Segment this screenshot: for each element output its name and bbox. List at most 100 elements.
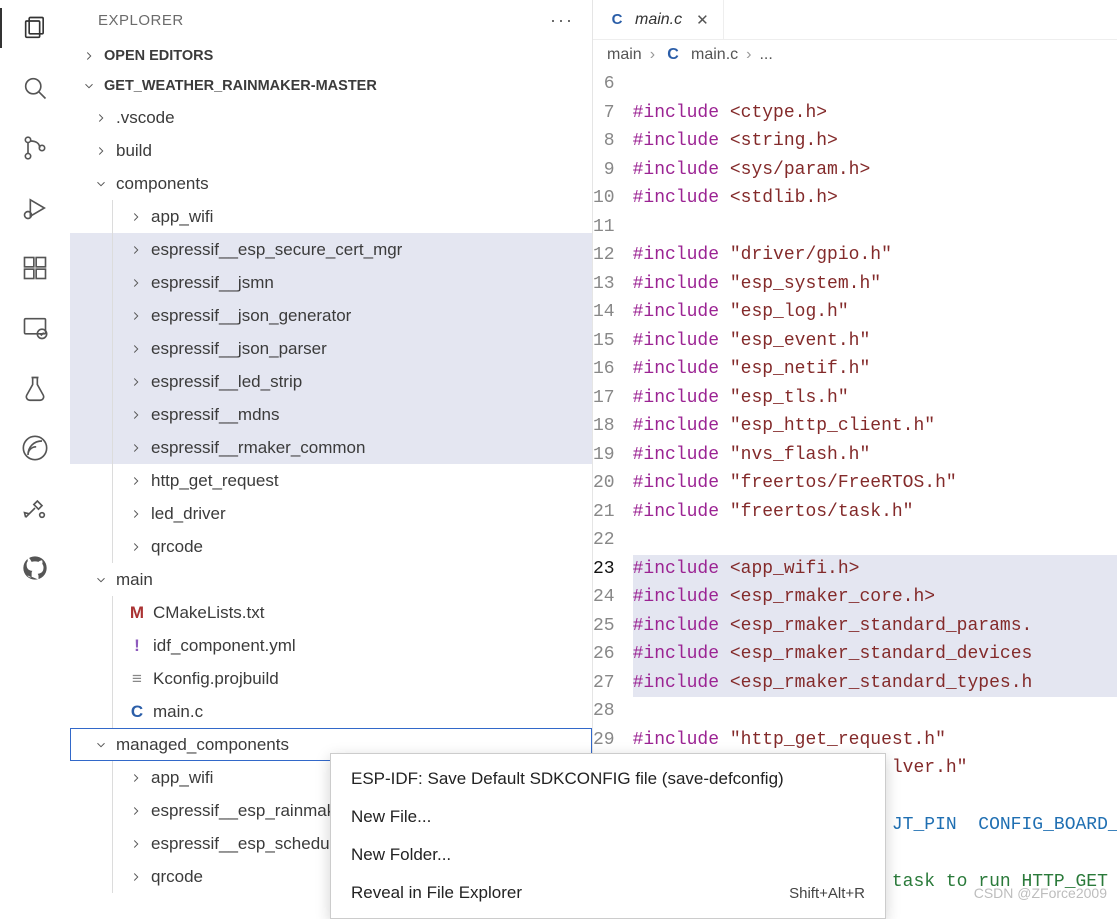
chevron-right-icon: [127, 835, 145, 853]
tree-item-label: app_wifi: [151, 768, 213, 788]
tree-item-label: .vscode: [116, 108, 175, 128]
tree-item-label: espressif__rmaker_common: [151, 438, 365, 458]
tree-folder[interactable]: components: [70, 167, 592, 200]
workspace-label: GET_WEATHER_RAINMAKER-MASTER: [104, 78, 377, 94]
tree-folder[interactable]: main: [70, 563, 592, 596]
tree-folder[interactable]: espressif__rmaker_common: [70, 431, 592, 464]
tree-folder[interactable]: espressif__json_generator: [70, 299, 592, 332]
testing-icon[interactable]: [19, 372, 51, 404]
breadcrumbs[interactable]: main › C main.c › ...: [593, 40, 1117, 70]
context-menu-item[interactable]: ESP-IDF: Save Default SDKCONFIG file (sa…: [331, 760, 885, 798]
close-icon[interactable]: ✕: [696, 11, 709, 29]
chevron-down-icon: [80, 77, 98, 95]
tree-item-label: espressif__esp_schedul: [151, 834, 333, 854]
chevron-down-icon: [92, 571, 110, 589]
breadcrumb-seg[interactable]: ...: [759, 46, 772, 64]
tree-folder[interactable]: espressif__esp_secure_cert_mgr: [70, 233, 592, 266]
tree-file[interactable]: Cmain.c: [70, 695, 592, 728]
tree-item-label: CMakeLists.txt: [153, 603, 264, 623]
chevron-right-icon: [127, 307, 145, 325]
tree-item-label: espressif__esp_secure_cert_mgr: [151, 240, 402, 260]
tree-item-label: led_driver: [151, 504, 226, 524]
tree-item-label: build: [116, 141, 152, 161]
tree-folder[interactable]: espressif__json_parser: [70, 332, 592, 365]
github-icon[interactable]: [19, 552, 51, 584]
tree-item-label: espressif__jsmn: [151, 273, 274, 293]
chevron-right-icon: [127, 538, 145, 556]
context-menu-item[interactable]: New Folder...: [331, 836, 885, 874]
file-type-icon: ≡: [127, 669, 147, 689]
tab-main-c[interactable]: C main.c ✕: [593, 0, 724, 39]
espressif-icon[interactable]: [19, 432, 51, 464]
file-type-icon: !: [127, 636, 147, 656]
context-menu-label: New Folder...: [351, 845, 451, 865]
breadcrumb-seg[interactable]: main.c: [691, 46, 738, 64]
context-menu-item[interactable]: Reveal in File Explorer Shift+Alt+R: [331, 874, 885, 912]
tree-item-label: components: [116, 174, 209, 194]
chevron-down-icon: [92, 175, 110, 193]
context-menu-item[interactable]: New File...: [331, 798, 885, 836]
tools-icon[interactable]: [19, 492, 51, 524]
tree-item-label: Kconfig.projbuild: [153, 669, 279, 689]
chevron-right-icon: [127, 340, 145, 358]
tree-item-label: qrcode: [151, 537, 203, 557]
chevron-right-icon: [127, 439, 145, 457]
tree-file[interactable]: ≡ Kconfig.projbuild: [70, 662, 592, 695]
chevron-right-icon: ›: [650, 46, 655, 64]
tree-item-label: espressif__json_generator: [151, 306, 351, 326]
tree-item-label: espressif__esp_rainmak: [151, 801, 335, 821]
tree-folder[interactable]: .vscode: [70, 101, 592, 134]
tree-file[interactable]: ! idf_component.yml: [70, 629, 592, 662]
tree-item-label: espressif__mdns: [151, 405, 280, 425]
chevron-right-icon: [92, 109, 110, 127]
tree-folder[interactable]: build: [70, 134, 592, 167]
tree-folder[interactable]: http_get_request: [70, 464, 592, 497]
tree-item-label: main.c: [153, 702, 203, 722]
chevron-right-icon: [127, 373, 145, 391]
explorer-title: EXPLORER: [98, 12, 184, 29]
tree-item-label: espressif__json_parser: [151, 339, 327, 359]
extensions-icon[interactable]: [19, 252, 51, 284]
tab-title: main.c: [635, 11, 682, 29]
chevron-down-icon: [92, 736, 110, 754]
search-icon[interactable]: [19, 72, 51, 104]
activity-bar: [0, 0, 70, 909]
remote-icon[interactable]: [19, 312, 51, 344]
c-file-icon: C: [607, 11, 627, 28]
context-menu-label: Reveal in File Explorer: [351, 883, 522, 903]
tree-folder[interactable]: espressif__led_strip: [70, 365, 592, 398]
tree-folder[interactable]: app_wifi: [70, 200, 592, 233]
tree-item-label: http_get_request: [151, 471, 279, 491]
tree-item-label: espressif__led_strip: [151, 372, 302, 392]
chevron-right-icon: [127, 505, 145, 523]
chevron-right-icon: [127, 868, 145, 886]
c-file-icon: C: [663, 46, 683, 64]
tree-folder[interactable]: espressif__mdns: [70, 398, 592, 431]
tree-folder[interactable]: espressif__jsmn: [70, 266, 592, 299]
file-type-icon: C: [127, 702, 147, 722]
chevron-right-icon: [127, 241, 145, 259]
context-menu-label: New File...: [351, 807, 431, 827]
chevron-right-icon: [127, 472, 145, 490]
chevron-right-icon: [127, 802, 145, 820]
tree-folder[interactable]: led_driver: [70, 497, 592, 530]
more-icon[interactable]: ···: [550, 10, 574, 31]
context-menu-shortcut: Shift+Alt+R: [789, 885, 865, 902]
tree-folder[interactable]: qrcode: [70, 530, 592, 563]
open-editors-label: OPEN EDITORS: [104, 48, 213, 64]
source-control-icon[interactable]: [19, 132, 51, 164]
tree-item-label: qrcode: [151, 867, 203, 887]
tree-item-label: idf_component.yml: [153, 636, 296, 656]
run-debug-icon[interactable]: [19, 192, 51, 224]
tree-item-label: managed_components: [116, 735, 289, 755]
chevron-right-icon: [127, 274, 145, 292]
files-icon[interactable]: [19, 12, 51, 44]
context-menu-label: ESP-IDF: Save Default SDKCONFIG file (sa…: [351, 769, 784, 789]
workspace-section[interactable]: GET_WEATHER_RAINMAKER-MASTER: [70, 71, 592, 101]
open-editors-section[interactable]: OPEN EDITORS: [70, 41, 592, 71]
chevron-right-icon: [127, 406, 145, 424]
tree-file[interactable]: MCMakeLists.txt: [70, 596, 592, 629]
tree-item-label: main: [116, 570, 153, 590]
chevron-right-icon: [80, 47, 98, 65]
breadcrumb-seg[interactable]: main: [607, 46, 642, 64]
